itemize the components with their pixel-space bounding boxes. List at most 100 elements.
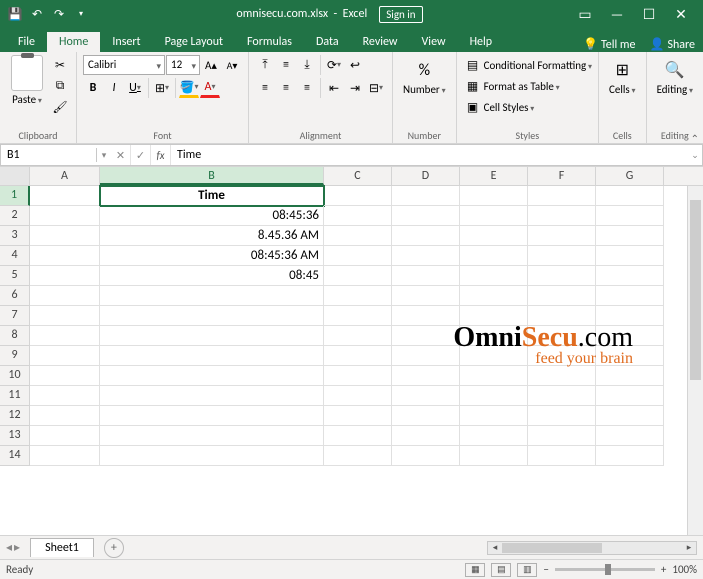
- cell-D9[interactable]: [392, 346, 460, 366]
- cell-E7[interactable]: [460, 306, 528, 326]
- enter-formula-icon[interactable]: ✓: [131, 145, 151, 165]
- hscroll-right-icon[interactable]: ▸: [682, 542, 696, 554]
- font-size-combo[interactable]: 12: [166, 55, 200, 75]
- align-middle-icon[interactable]: ≡: [276, 55, 296, 75]
- cell-G5[interactable]: [596, 266, 664, 286]
- cell-A2[interactable]: [30, 206, 100, 226]
- column-header-A[interactable]: A: [30, 167, 100, 185]
- cell-A5[interactable]: [30, 266, 100, 286]
- column-header-E[interactable]: E: [460, 167, 528, 185]
- row-header-1[interactable]: 1: [0, 186, 30, 206]
- tab-file[interactable]: File: [6, 32, 47, 52]
- paste-button[interactable]: Paste: [6, 55, 48, 106]
- row-header-7[interactable]: 7: [0, 306, 30, 326]
- cell-D2[interactable]: [392, 206, 460, 226]
- cell-B14[interactable]: [100, 446, 324, 466]
- cells-button[interactable]: ⊞ Cells: [605, 55, 640, 98]
- undo-icon[interactable]: ↶: [28, 5, 46, 23]
- cell-F3[interactable]: [528, 226, 596, 246]
- align-center-icon[interactable]: ≡: [276, 78, 296, 98]
- cell-F10[interactable]: [528, 366, 596, 386]
- tab-insert[interactable]: Insert: [100, 32, 152, 52]
- cell-A4[interactable]: [30, 246, 100, 266]
- page-layout-view-icon[interactable]: ▤: [491, 563, 511, 577]
- cell-A10[interactable]: [30, 366, 100, 386]
- row-header-3[interactable]: 3: [0, 226, 30, 246]
- font-name-combo[interactable]: Calibri: [83, 55, 165, 75]
- cell-G1[interactable]: [596, 186, 664, 206]
- wrap-text-icon[interactable]: ↩: [345, 55, 365, 75]
- qat-dropdown-icon[interactable]: ▾: [72, 5, 90, 23]
- maximize-icon[interactable]: ☐: [633, 0, 665, 28]
- align-top-icon[interactable]: ⤒: [255, 55, 275, 75]
- cell-C11[interactable]: [324, 386, 392, 406]
- underline-icon[interactable]: U: [125, 78, 145, 98]
- cell-C4[interactable]: [324, 246, 392, 266]
- normal-view-icon[interactable]: ▦: [465, 563, 485, 577]
- hscroll-thumb[interactable]: [502, 543, 602, 553]
- decrease-indent-icon[interactable]: ⇤: [324, 78, 344, 98]
- cell-G4[interactable]: [596, 246, 664, 266]
- align-left-icon[interactable]: ≡: [255, 78, 275, 98]
- collapse-ribbon-icon[interactable]: ⌃: [691, 132, 699, 145]
- cancel-formula-icon[interactable]: ✕: [111, 145, 131, 165]
- cell-B6[interactable]: [100, 286, 324, 306]
- cell-A9[interactable]: [30, 346, 100, 366]
- cell-A6[interactable]: [30, 286, 100, 306]
- cell-D5[interactable]: [392, 266, 460, 286]
- increase-indent-icon[interactable]: ⇥: [345, 78, 365, 98]
- hscroll-left-icon[interactable]: ◂: [488, 542, 502, 554]
- cell-C1[interactable]: [324, 186, 392, 206]
- ribbon-options-icon[interactable]: ▭: [569, 0, 601, 28]
- cell-E2[interactable]: [460, 206, 528, 226]
- share-button[interactable]: 👤 Share: [649, 37, 695, 52]
- cell-B9[interactable]: [100, 346, 324, 366]
- vertical-scrollbar[interactable]: [687, 186, 703, 535]
- column-header-F[interactable]: F: [528, 167, 596, 185]
- cut-icon[interactable]: ✂: [50, 55, 70, 75]
- cell-C5[interactable]: [324, 266, 392, 286]
- conditional-formatting-button[interactable]: ▤ Conditional Formatting: [463, 55, 592, 75]
- cell-F7[interactable]: [528, 306, 596, 326]
- column-header-C[interactable]: C: [324, 167, 392, 185]
- cell-B4[interactable]: 08:45:36 AM: [100, 246, 324, 266]
- tab-review[interactable]: Review: [351, 32, 410, 52]
- tell-me-button[interactable]: 💡 Tell me: [583, 37, 635, 52]
- row-header-6[interactable]: 6: [0, 286, 30, 306]
- cell-C14[interactable]: [324, 446, 392, 466]
- cell-D13[interactable]: [392, 426, 460, 446]
- cell-E1[interactable]: [460, 186, 528, 206]
- decrease-font-icon[interactable]: A▾: [222, 55, 242, 75]
- cell-B11[interactable]: [100, 386, 324, 406]
- cell-F5[interactable]: [528, 266, 596, 286]
- column-header-D[interactable]: D: [392, 167, 460, 185]
- cell-A8[interactable]: [30, 326, 100, 346]
- signin-button[interactable]: Sign in: [379, 6, 422, 23]
- cell-styles-button[interactable]: ▣ Cell Styles: [463, 97, 535, 117]
- minimize-icon[interactable]: —: [601, 0, 633, 28]
- cell-B2[interactable]: 08:45:36: [100, 206, 324, 226]
- cell-F2[interactable]: [528, 206, 596, 226]
- cell-C3[interactable]: [324, 226, 392, 246]
- cell-D3[interactable]: [392, 226, 460, 246]
- tab-page-layout[interactable]: Page Layout: [153, 32, 235, 52]
- redo-icon[interactable]: ↷: [50, 5, 68, 23]
- zoom-slider[interactable]: [555, 568, 655, 571]
- cell-F9[interactable]: [528, 346, 596, 366]
- cell-B12[interactable]: [100, 406, 324, 426]
- cell-E6[interactable]: [460, 286, 528, 306]
- row-header-10[interactable]: 10: [0, 366, 30, 386]
- page-break-view-icon[interactable]: ▥: [517, 563, 537, 577]
- row-header-5[interactable]: 5: [0, 266, 30, 286]
- align-bottom-icon[interactable]: ⤓: [297, 55, 317, 75]
- cell-B13[interactable]: [100, 426, 324, 446]
- cell-E14[interactable]: [460, 446, 528, 466]
- zoom-level[interactable]: 100%: [672, 563, 697, 576]
- cell-D4[interactable]: [392, 246, 460, 266]
- cell-A1[interactable]: [30, 186, 100, 206]
- cell-C2[interactable]: [324, 206, 392, 226]
- save-icon[interactable]: 💾: [6, 5, 24, 23]
- cell-C12[interactable]: [324, 406, 392, 426]
- cell-B5[interactable]: 08:45: [100, 266, 324, 286]
- cell-F4[interactable]: [528, 246, 596, 266]
